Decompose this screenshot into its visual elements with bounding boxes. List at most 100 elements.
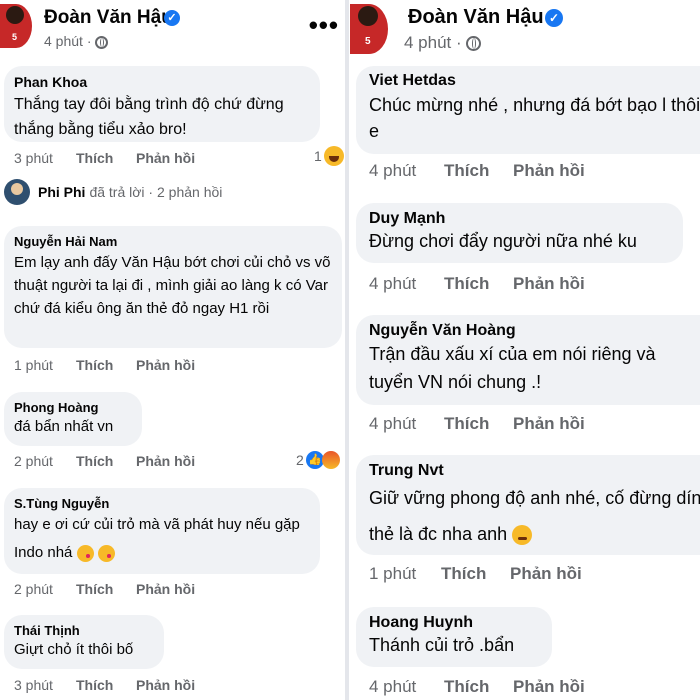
like-button[interactable]: Thích <box>76 453 136 469</box>
comment-actions: 3 phút Thích Phản hồi <box>14 150 195 166</box>
reply-button[interactable]: Phản hồi <box>136 150 195 166</box>
comment-author[interactable]: S.Tùng Nguyễn <box>14 496 310 511</box>
comment-text: Thắng tay đôi bằng trình độ chứ đừng thắ… <box>14 96 284 138</box>
reaction-count: 1 <box>314 148 322 164</box>
post-meta: 4 phút · <box>44 33 109 49</box>
comment-text: Chúc mừng nhé , nhưng đá bớt bạo l thôi … <box>369 95 700 141</box>
comment-actions: 2 phút Thích Phản hồi <box>14 581 195 597</box>
comment-text: Giữ vững phong độ anh nhé, cố đừng dính … <box>369 488 700 544</box>
globe-icon <box>95 35 109 49</box>
comment-time[interactable]: 3 phút <box>14 677 76 693</box>
comment-time[interactable]: 4 phút <box>369 677 444 697</box>
reply-button[interactable]: Phản hồi <box>136 677 195 693</box>
comment-time[interactable]: 1 phút <box>369 564 441 584</box>
face-blowing-kiss-icon <box>76 544 94 562</box>
comment-text: Trận đầu xấu xí của em nói riêng và tuyể… <box>369 344 656 392</box>
comment-author[interactable]: Phan Khoa <box>14 74 310 90</box>
comment-actions: 4 phút Thích Phản hồi <box>369 161 585 181</box>
post-author-avatar[interactable]: 5 <box>350 4 388 54</box>
comment-text: Đừng chơi đẩy người nữa nhé ku <box>369 231 637 251</box>
post-header: 5 Đoàn Văn Hậu ✓ 4 phút · ••• <box>0 0 345 62</box>
comment-author[interactable]: Hoang Huynh <box>369 614 539 632</box>
comment-time[interactable]: 3 phút <box>14 150 76 166</box>
reply-count-text: đã trả lời · 2 phản hồi <box>89 184 223 200</box>
reply-button[interactable]: Phản hồi <box>136 581 195 597</box>
comment-bubble: Nguyễn Hải Nam Em lạy anh đấy Văn Hậu bớ… <box>4 226 342 348</box>
reaction-summary[interactable]: 2 👍 <box>296 451 340 469</box>
comment-text: đá bẩn nhất vn <box>14 418 114 435</box>
comment-text: Giựt chỏ ít thôi bố <box>14 641 134 658</box>
comment-time[interactable]: 1 phút <box>14 357 76 373</box>
right-screenshot-panel: 5 Đoàn Văn Hậu ✓ 4 phút · Viet Hetdas Ch… <box>349 0 700 700</box>
like-button[interactable]: Thích <box>441 564 510 584</box>
left-screenshot-panel: 5 Đoàn Văn Hậu ✓ 4 phút · ••• Phan Khoa … <box>0 0 345 700</box>
globe-icon <box>466 36 482 52</box>
comment-time[interactable]: 4 phút <box>369 161 444 181</box>
comment-text: Em lạy anh đấy Văn Hậu bớt chơi củi chỏ … <box>14 254 331 317</box>
post-author-avatar[interactable]: 5 <box>0 4 32 48</box>
haha-reaction-icon <box>323 146 344 166</box>
post-header: 5 Đoàn Văn Hậu ✓ 4 phút · <box>349 0 700 62</box>
reply-button[interactable]: Phản hồi <box>136 453 195 469</box>
like-button[interactable]: Thích <box>76 581 136 597</box>
comment-actions: 4 phút Thích Phản hồi <box>369 677 585 697</box>
comment-author[interactable]: Nguyễn Hải Nam <box>14 234 332 249</box>
comment-author[interactable]: Viet Hetdas <box>369 72 700 90</box>
post-author-name[interactable]: Đoàn Văn Hậu <box>408 6 544 29</box>
comment-bubble: Duy Mạnh Đừng chơi đẩy người nữa nhé ku <box>356 203 683 263</box>
comment-author[interactable]: Phong Hoàng <box>14 400 132 415</box>
like-button[interactable]: Thích <box>444 161 513 181</box>
comment-actions: 4 phút Thích Phản hồi <box>369 274 585 294</box>
comment-author[interactable]: Thái Thịnh <box>14 623 154 638</box>
reply-button[interactable]: Phản hồi <box>513 677 585 697</box>
reply-button[interactable]: Phản hồi <box>510 564 582 584</box>
reply-button[interactable]: Phản hồi <box>513 161 585 181</box>
comment-bubble: Nguyễn Văn Hoàng Trận đầu xấu xí của em … <box>356 315 700 405</box>
comment-bubble: Thái Thịnh Giựt chỏ ít thôi bố <box>4 615 164 669</box>
like-button[interactable]: Thích <box>444 274 513 294</box>
more-options-icon[interactable]: ••• <box>309 10 339 41</box>
view-replies-link[interactable]: Phi Phi đã trả lời · 2 phản hồi <box>4 178 222 206</box>
reply-button[interactable]: Phản hồi <box>513 274 585 294</box>
comment-bubble: S.Tùng Nguyễn hay e ơi cứ củi trỏ mà vã … <box>4 488 320 574</box>
face-blowing-kiss-icon <box>97 544 115 562</box>
post-author-name[interactable]: Đoàn Văn Hậu <box>44 7 173 29</box>
comment-bubble: Phong Hoàng đá bẩn nhất vn <box>4 392 142 446</box>
comment-bubble: Trung Nvt Giữ vững phong độ anh nhé, cố … <box>356 455 700 555</box>
angry-reaction-icon <box>321 451 340 469</box>
comment-author[interactable]: Nguyễn Văn Hoàng <box>369 322 687 340</box>
post-meta: 4 phút · <box>404 33 482 53</box>
reaction-summary[interactable]: 1 <box>314 146 344 166</box>
comment-time[interactable]: 2 phút <box>14 581 76 597</box>
comment-bubble: Viet Hetdas Chúc mừng nhé , nhưng đá bớt… <box>356 66 700 154</box>
post-time[interactable]: 4 phút <box>44 33 83 49</box>
comment-bubble: Hoang Huynh Thánh củi trỏ .bẩn <box>356 607 552 667</box>
post-time[interactable]: 4 phút <box>404 33 451 52</box>
comment-actions: 1 phút Thích Phản hồi <box>14 357 195 373</box>
like-button[interactable]: Thích <box>76 150 136 166</box>
like-button[interactable]: Thích <box>76 677 136 693</box>
comment-text: hay e ơi cứ củi trỏ mà vã phát huy nếu g… <box>14 516 300 561</box>
verified-badge-icon: ✓ <box>164 10 180 26</box>
comment-actions: 1 phút Thích Phản hồi <box>369 564 582 584</box>
comment-author[interactable]: Trung Nvt <box>369 462 700 480</box>
comment-time[interactable]: 4 phút <box>369 414 444 434</box>
comment-actions: 4 phút Thích Phản hồi <box>369 414 585 434</box>
comment-author[interactable]: Duy Mạnh <box>369 210 670 228</box>
replier-name: Phi Phi <box>38 184 86 200</box>
reaction-count: 2 <box>296 452 304 468</box>
reply-button[interactable]: Phản hồi <box>513 414 585 434</box>
comment-text: Thánh củi trỏ .bẩn <box>369 635 515 655</box>
comment-time[interactable]: 2 phút <box>14 453 76 469</box>
like-button[interactable]: Thích <box>76 357 136 373</box>
comment-actions: 2 phút Thích Phản hồi <box>14 453 195 469</box>
like-button[interactable]: Thích <box>444 414 513 434</box>
comment-time[interactable]: 4 phút <box>369 274 444 294</box>
like-button[interactable]: Thích <box>444 677 513 697</box>
reply-button[interactable]: Phản hồi <box>136 357 195 373</box>
comment-actions: 3 phút Thích Phản hồi <box>14 677 195 693</box>
comment-bubble: Phan Khoa Thắng tay đôi bằng trình độ ch… <box>4 66 320 142</box>
verified-badge-icon: ✓ <box>545 9 563 27</box>
replier-avatar <box>4 179 30 205</box>
persevering-face-icon <box>512 525 533 546</box>
